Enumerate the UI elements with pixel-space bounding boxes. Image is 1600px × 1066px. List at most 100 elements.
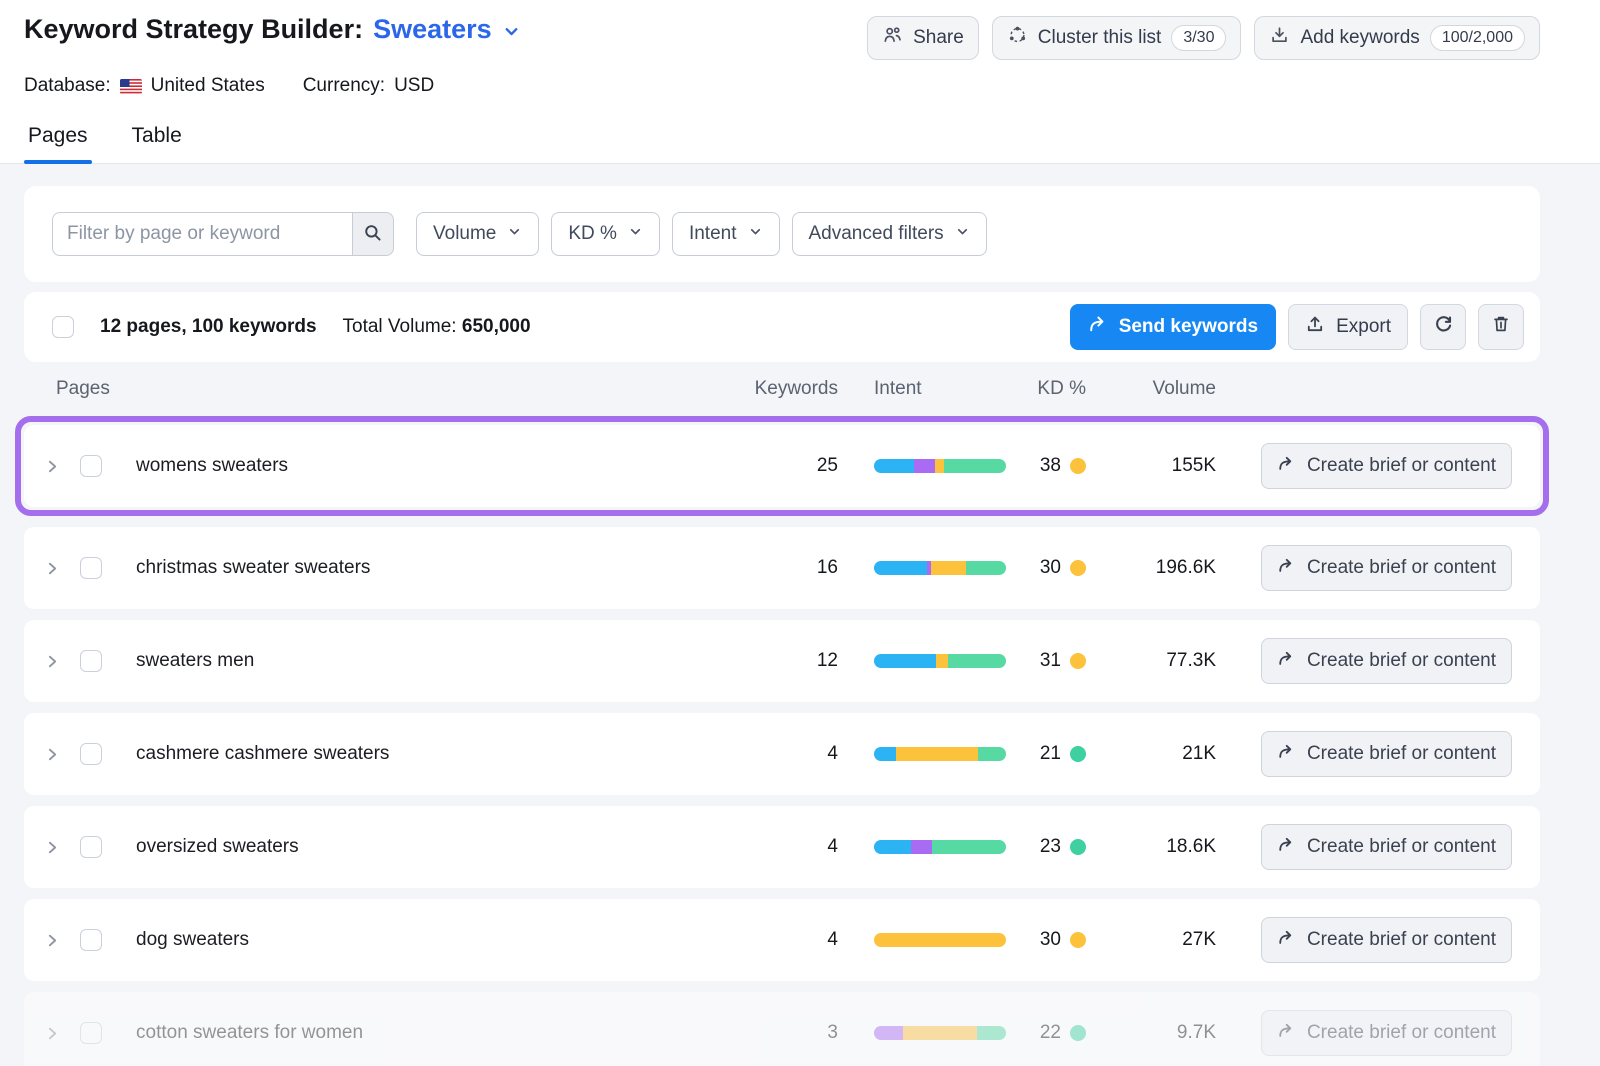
forward-arrow-icon: [1277, 742, 1296, 767]
chevron-down-icon[interactable]: [502, 22, 521, 41]
row-checkbox[interactable]: [80, 455, 102, 477]
intent-bar: [874, 933, 1006, 947]
kd-cell: 31: [1006, 650, 1086, 672]
create-brief-label: Create brief or content: [1307, 557, 1496, 579]
page-name[interactable]: christmas sweater sweaters: [128, 557, 748, 579]
keywords-count: 4: [748, 743, 838, 765]
row-checkbox[interactable]: [80, 557, 102, 579]
create-brief-button[interactable]: Create brief or content: [1261, 443, 1512, 489]
column-intent[interactable]: Intent: [874, 378, 1006, 400]
refresh-button[interactable]: [1420, 304, 1466, 350]
page-name[interactable]: dog sweaters: [128, 929, 748, 951]
intent-segment-transactional: [948, 654, 1006, 668]
share-button[interactable]: Share: [867, 16, 979, 60]
forward-arrow-icon: [1277, 556, 1296, 581]
cluster-label: Cluster this list: [1038, 27, 1162, 49]
volume-value: 155K: [1096, 455, 1216, 477]
expand-chevron-icon[interactable]: [44, 1025, 80, 1042]
expand-chevron-icon[interactable]: [44, 458, 80, 475]
create-brief-button[interactable]: Create brief or content: [1261, 638, 1512, 684]
expand-chevron-icon[interactable]: [44, 932, 80, 949]
search-button[interactable]: [352, 212, 394, 256]
page-name[interactable]: oversized sweaters: [128, 836, 748, 858]
row-checkbox[interactable]: [80, 743, 102, 765]
kd-filter-label: KD %: [568, 223, 617, 245]
delete-button[interactable]: [1478, 304, 1524, 350]
volume-value: 18.6K: [1096, 836, 1216, 858]
currency-label: Currency:: [303, 75, 385, 97]
expand-chevron-icon[interactable]: [44, 746, 80, 763]
tab-pages[interactable]: Pages: [24, 124, 92, 163]
page-title-text: Keyword Strategy Builder:: [24, 14, 363, 45]
intent-bar: [874, 459, 1006, 473]
keywords-count: 12: [748, 650, 838, 672]
filter-bar: Volume KD % Intent Advanced filters: [24, 186, 1540, 282]
expand-chevron-icon[interactable]: [44, 839, 80, 856]
page-name[interactable]: sweaters men: [128, 650, 748, 672]
expand-chevron-icon[interactable]: [44, 653, 80, 670]
row-checkbox[interactable]: [80, 929, 102, 951]
create-brief-button[interactable]: Create brief or content: [1261, 917, 1512, 963]
page-row: oversized sweaters42318.6KCreate brief o…: [24, 806, 1540, 888]
page-row-card: womens sweaters2538155KCreate brief or c…: [24, 425, 1540, 507]
cluster-list-button[interactable]: Cluster this list 3/30: [992, 16, 1242, 60]
column-kd[interactable]: KD %: [1006, 378, 1086, 400]
kd-value: 30: [1040, 557, 1061, 579]
create-brief-button[interactable]: Create brief or content: [1261, 731, 1512, 777]
header-actions: Share Cluster this list 3/30: [867, 16, 1540, 60]
create-brief-button[interactable]: Create brief or content: [1261, 1010, 1512, 1056]
kd-dot: [1070, 932, 1086, 948]
kd-cell: 22: [1006, 1022, 1086, 1044]
page-name[interactable]: cotton sweaters for women: [128, 1022, 748, 1044]
pages-list: womens sweaters2538155KCreate brief or c…: [24, 416, 1540, 1066]
keywords-count-badge: 100/2,000: [1430, 25, 1525, 51]
page-name[interactable]: womens sweaters: [128, 455, 748, 477]
create-brief-button[interactable]: Create brief or content: [1261, 824, 1512, 870]
column-keywords[interactable]: Keywords: [748, 378, 838, 400]
row-checkbox[interactable]: [80, 1022, 102, 1044]
intent-segment-navigational: [914, 459, 935, 473]
kd-filter-dropdown[interactable]: KD %: [551, 212, 660, 256]
kd-cell: 38: [1006, 455, 1086, 477]
intent-segment-informational: [874, 561, 927, 575]
chevron-down-icon: [955, 223, 970, 245]
intent-filter-label: Intent: [689, 223, 737, 245]
page-name[interactable]: cashmere cashmere sweaters: [128, 743, 748, 765]
send-arrow-icon: [1088, 314, 1108, 340]
intent-bar: [874, 747, 1006, 761]
tab-table[interactable]: Table: [128, 124, 186, 163]
volume-value: 27K: [1096, 929, 1216, 951]
row-checkbox[interactable]: [80, 650, 102, 672]
advanced-filters-label: Advanced filters: [809, 223, 944, 245]
search-input[interactable]: [52, 212, 352, 256]
volume-filter-label: Volume: [433, 223, 496, 245]
kd-dot: [1070, 839, 1086, 855]
intent-bar: [874, 840, 1006, 854]
select-all-checkbox[interactable]: [52, 316, 74, 338]
create-brief-button[interactable]: Create brief or content: [1261, 545, 1512, 591]
column-volume[interactable]: Volume: [1096, 378, 1216, 400]
intent-bar: [874, 561, 1006, 575]
intent-segment-transactional: [966, 561, 1006, 575]
intent-segment-transactional: [977, 1026, 1006, 1040]
view-tabs: Pages Table: [0, 124, 1600, 164]
kd-value: 23: [1040, 836, 1061, 858]
expand-chevron-icon[interactable]: [44, 560, 80, 577]
send-keywords-button[interactable]: Send keywords: [1070, 304, 1276, 350]
advanced-filters-dropdown[interactable]: Advanced filters: [792, 212, 987, 256]
share-label: Share: [913, 27, 964, 49]
column-pages[interactable]: Pages: [44, 378, 748, 400]
row-checkbox[interactable]: [80, 836, 102, 858]
kd-dot: [1070, 1025, 1086, 1041]
volume-value: 77.3K: [1096, 650, 1216, 672]
chevron-down-icon: [507, 223, 522, 245]
page-row: cotton sweaters for women3229.7KCreate b…: [24, 992, 1540, 1066]
intent-filter-dropdown[interactable]: Intent: [672, 212, 780, 256]
export-icon: [1305, 314, 1325, 340]
download-icon: [1269, 25, 1290, 51]
add-keywords-button[interactable]: Add keywords 100/2,000: [1254, 16, 1540, 60]
volume-filter-dropdown[interactable]: Volume: [416, 212, 539, 256]
export-button[interactable]: Export: [1288, 304, 1408, 350]
forward-arrow-icon: [1277, 454, 1296, 479]
list-name-dropdown[interactable]: Sweaters: [373, 14, 492, 45]
